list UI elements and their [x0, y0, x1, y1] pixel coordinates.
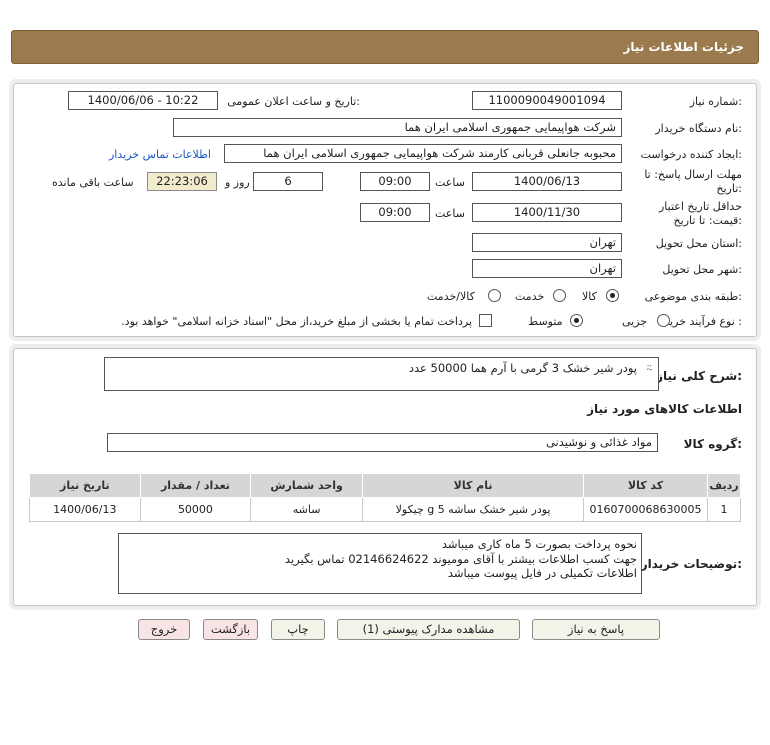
print-button[interactable]: چاپ — [271, 619, 325, 640]
item-name: پودر شیر خشک ساشه 5 g چیکولا — [361, 497, 585, 522]
column-header: ردیف — [706, 473, 742, 498]
column-header: تعداد / مقدار — [139, 473, 252, 498]
process-label: نوع فرآیند خرید : — [664, 315, 742, 328]
need-number-label: شماره نیاز: — [689, 95, 742, 108]
delivery-province-field: تهران — [472, 233, 622, 252]
process-option-medium: متوسط — [528, 315, 563, 328]
item-quantity: 50000 — [139, 497, 252, 522]
requester-label: ایجاد کننده درخواست: — [640, 148, 742, 161]
delivery-city-field: تهران — [472, 259, 622, 278]
deadline-time-field: 09:00 — [360, 172, 430, 191]
goods-group-field: مواد غذائی و نوشیدنی — [107, 433, 658, 452]
reply-button[interactable]: پاسخ به نیاز — [532, 619, 660, 640]
announce-date-field: 1400/06/06 - 10:22 — [68, 91, 218, 110]
buyer-notes-label: توضیحات خریدار: — [640, 557, 742, 571]
goods-table: ردیف کد کالا نام کالا واحد شمارش تعداد /… — [29, 473, 742, 522]
buyer-notes-box: نحوه پرداخت بصورت 5 ماه کاری میباشد جهت … — [118, 533, 642, 594]
category-radio-goods-service[interactable] — [488, 289, 501, 302]
column-header: تاریخ نیاز — [29, 473, 141, 498]
need-number-field: 1100090049001094 — [472, 91, 622, 110]
category-option-goods: کالا — [582, 290, 597, 303]
item-unit: ساشه — [250, 497, 363, 522]
buyer-org-label: نام دستگاه خریدار: — [655, 122, 742, 135]
remaining-time-field: 22:23:06 — [147, 172, 217, 191]
column-header: واحد شمارش — [250, 473, 363, 498]
item-code: 0160700068630005 — [583, 497, 708, 522]
process-radio-minor[interactable] — [657, 314, 670, 327]
delivery-province-label: استان محل تحویل: — [655, 237, 742, 250]
back-button[interactable]: بازگشت — [203, 619, 258, 640]
goods-info-title: اطلاعات کالاهای مورد نیاز — [587, 402, 742, 416]
deadline-label-1: مهلت ارسال پاسخ: تا — [644, 168, 742, 181]
column-header: کد کالا — [583, 473, 708, 498]
attachments-button[interactable]: مشاهده مدارک پیوستی (1) — [337, 619, 520, 640]
validity-label-1: حداقل تاریخ اعتبار — [658, 200, 742, 213]
category-option-service: خدمت — [515, 290, 545, 303]
process-radio-medium[interactable] — [570, 314, 583, 327]
deadline-time-label: ساعت — [435, 176, 465, 189]
summary-box: ⍨ پودر شیر خشک 3 گرمی با آرم هما 50000 ع… — [104, 357, 659, 391]
buyer-note-line: جهت کسب اطلاعات بیشتر با آقای مومیوند 02… — [284, 551, 637, 566]
category-radio-goods[interactable] — [606, 289, 619, 302]
summary-text: پودر شیر خشک 3 گرمی با آرم هما 50000 عدد — [408, 361, 637, 375]
payment-note: پرداخت تمام یا بخشی از مبلغ خرید،از محل … — [121, 315, 472, 328]
buyer-org-field: شرکت هواپیمایی جمهوری اسلامی ایران هما — [173, 118, 622, 137]
category-label: طبقه بندی موضوعی: — [644, 290, 742, 303]
page-title: جزئیات اطلاعات نیاز — [623, 40, 744, 54]
days-field: 6 — [253, 172, 323, 191]
process-option-minor: جزیی — [622, 315, 648, 328]
delivery-city-label: شهر محل تحویل: — [662, 263, 742, 276]
buyer-note-line: اطلاعات تکمیلی در فایل پیوست میباشد — [447, 566, 637, 580]
treasury-checkbox[interactable] — [479, 314, 492, 327]
column-header: نام کالا — [361, 473, 585, 498]
buyer-contact-link[interactable]: اطلاعات تماس خریدار — [109, 148, 211, 161]
validity-date-field: 1400/11/30 — [472, 203, 622, 222]
item-need-date: 1400/06/13 — [29, 497, 141, 522]
validity-label-2: قیمت: تا تاریخ: — [673, 214, 742, 227]
validity-time-label: ساعت — [435, 207, 465, 220]
table-row: 1 0160700068630005 پودر شیر خشک ساشه 5 g… — [29, 497, 742, 522]
deadline-date-field: 1400/06/13 — [472, 172, 622, 191]
page-header: جزئیات اطلاعات نیاز — [11, 30, 759, 64]
announce-date-label: تاریخ و ساعت اعلان عمومی: — [227, 95, 360, 108]
goods-group-label: گروه کالا: — [683, 437, 742, 451]
buyer-note-line: نحوه پرداخت بصورت 5 ماه کاری میباشد — [441, 537, 637, 551]
row-index: 1 — [706, 497, 742, 522]
remaining-label: ساعت باقی مانده — [52, 176, 134, 189]
table-header-row: ردیف کد کالا نام کالا واحد شمارش تعداد /… — [29, 473, 742, 498]
deadline-label-2: تاریخ: — [716, 182, 742, 195]
requester-field: محبوبه جانعلی قربانی کارمند شرکت هواپیما… — [224, 144, 622, 163]
resize-icon: ⍨ — [645, 361, 653, 375]
validity-time-field: 09:00 — [360, 203, 430, 222]
summary-label: شرح کلی نیاز: — [656, 369, 742, 383]
days-label: روز و — [225, 176, 250, 189]
category-radio-service[interactable] — [553, 289, 566, 302]
category-option-goods-service: کالا/خدمت — [427, 290, 475, 303]
exit-button[interactable]: خروج — [138, 619, 190, 640]
